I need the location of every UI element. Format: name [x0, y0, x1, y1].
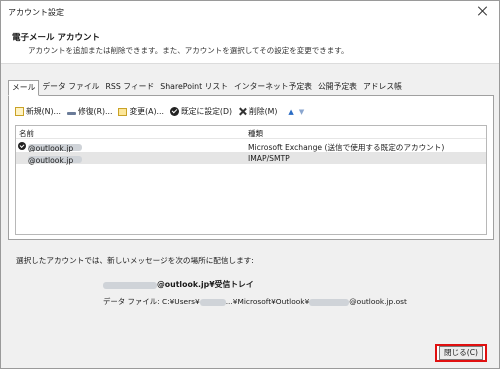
title-bar: アカウント設定: [1, 1, 499, 23]
tab-strip: メール データ ファイル RSS フィード SharePoint リスト インタ…: [8, 80, 405, 96]
close-button[interactable]: 閉じる(C): [439, 346, 483, 360]
repair-icon: [66, 111, 76, 115]
data-file-label: データ ファイル:: [103, 297, 160, 306]
delivery-label: 選択したアカウントでは、新しいメッセージを次の場所に配信します:: [16, 256, 254, 265]
new-button-label: 新規(N)...: [26, 107, 61, 116]
account-row[interactable]: @outlook.jp Microsoft Exchange (送信で使用する既…: [16, 140, 486, 153]
mail-panel: 新規(N)... 修復(R)... 変更(A)... 既定に設定(D) 削除(M…: [8, 95, 494, 240]
footer: [1, 336, 499, 368]
tab-published-calendars[interactable]: 公開予定表: [315, 80, 360, 94]
checkmark-icon: [169, 107, 179, 116]
repair-button-label: 修復(R)...: [77, 107, 113, 116]
data-file-path-b: ...¥Microsoft¥Outlook¥: [225, 297, 310, 306]
change-button[interactable]: 変更(A)...: [118, 106, 164, 117]
account-settings-window: アカウント設定 電子メール アカウント アカウントを追加または削除できます。また…: [0, 0, 500, 369]
close-icon[interactable]: [475, 4, 489, 18]
list-header: 名前 種類: [16, 126, 486, 139]
account-type-cell: IMAP/SMTP: [248, 154, 290, 163]
delete-button-label: 削除(M): [249, 107, 278, 116]
delivery-inbox-text: @outlook.jp¥受信トレイ: [157, 280, 254, 289]
repair-button[interactable]: 修復(R)...: [66, 106, 113, 117]
move-up-icon[interactable]: ▲: [288, 108, 293, 116]
tab-sharepoint-lists[interactable]: SharePoint リスト: [157, 80, 231, 94]
redacted-text: [103, 281, 157, 289]
tab-data-files[interactable]: データ ファイル: [39, 80, 102, 94]
delete-button[interactable]: 削除(M): [238, 106, 277, 117]
data-file-path-c: @outlook.jp.ost: [349, 297, 407, 306]
header-description: アカウントを追加または削除できます。また、アカウントを選択してその設定を変更でき…: [28, 46, 349, 55]
change-icon: [118, 107, 128, 116]
header: 電子メール アカウント アカウントを追加または削除できます。また、アカウントを選…: [1, 23, 499, 64]
window-title: アカウント設定: [8, 8, 64, 17]
default-account-check-icon: [18, 142, 26, 150]
account-name-text: @outlook.jp: [28, 156, 74, 165]
delivery-inbox: @outlook.jp¥受信トレイ: [103, 279, 254, 290]
data-file-path-a: C:¥Users¥: [161, 297, 200, 306]
set-default-button[interactable]: 既定に設定(D): [169, 106, 233, 117]
move-down-icon[interactable]: ▼: [299, 108, 304, 116]
column-type-header[interactable]: 種類: [248, 128, 263, 139]
tab-internet-calendars[interactable]: インターネット予定表: [231, 80, 315, 94]
new-button[interactable]: 新規(N)...: [15, 106, 61, 117]
account-row[interactable]: @outlook.jp IMAP/SMTP: [16, 152, 486, 165]
redacted-text: [309, 298, 350, 306]
set-default-button-label: 既定に設定(D): [180, 107, 233, 116]
tab-rss-feeds[interactable]: RSS フィード: [102, 80, 157, 94]
account-list: 名前 種類 @outlook.jp Microsoft Exchange (送信…: [15, 125, 487, 235]
close-button-highlight: 閉じる(C): [435, 344, 487, 362]
redacted-text: [199, 298, 226, 306]
new-account-icon: [15, 107, 24, 116]
delete-icon: [238, 107, 247, 116]
tab-address-books[interactable]: アドレス帳: [360, 80, 405, 94]
data-file-path: データ ファイル: C:¥Users¥ ...¥Microsoft¥Outlook…: [103, 296, 407, 307]
column-name-header[interactable]: 名前: [19, 128, 34, 139]
tab-mail[interactable]: メール: [8, 80, 40, 96]
header-title: 電子メール アカウント: [12, 33, 100, 43]
toolbar: 新規(N)... 修復(R)... 変更(A)... 既定に設定(D) 削除(M…: [15, 106, 304, 117]
change-button-label: 変更(A)...: [129, 107, 164, 116]
